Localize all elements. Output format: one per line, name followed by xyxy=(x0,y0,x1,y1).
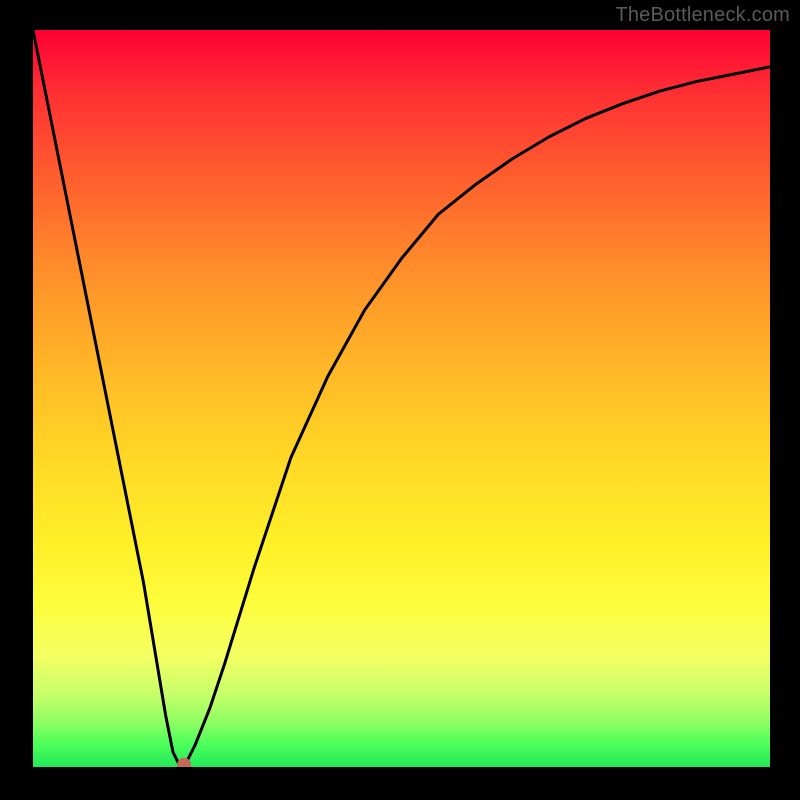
bottleneck-curve-path xyxy=(33,30,770,767)
plot-area xyxy=(33,30,770,767)
watermark-text: TheBottleneck.com xyxy=(615,4,790,27)
chart-frame: TheBottleneck.com xyxy=(0,0,800,800)
chart-surface xyxy=(33,30,770,767)
